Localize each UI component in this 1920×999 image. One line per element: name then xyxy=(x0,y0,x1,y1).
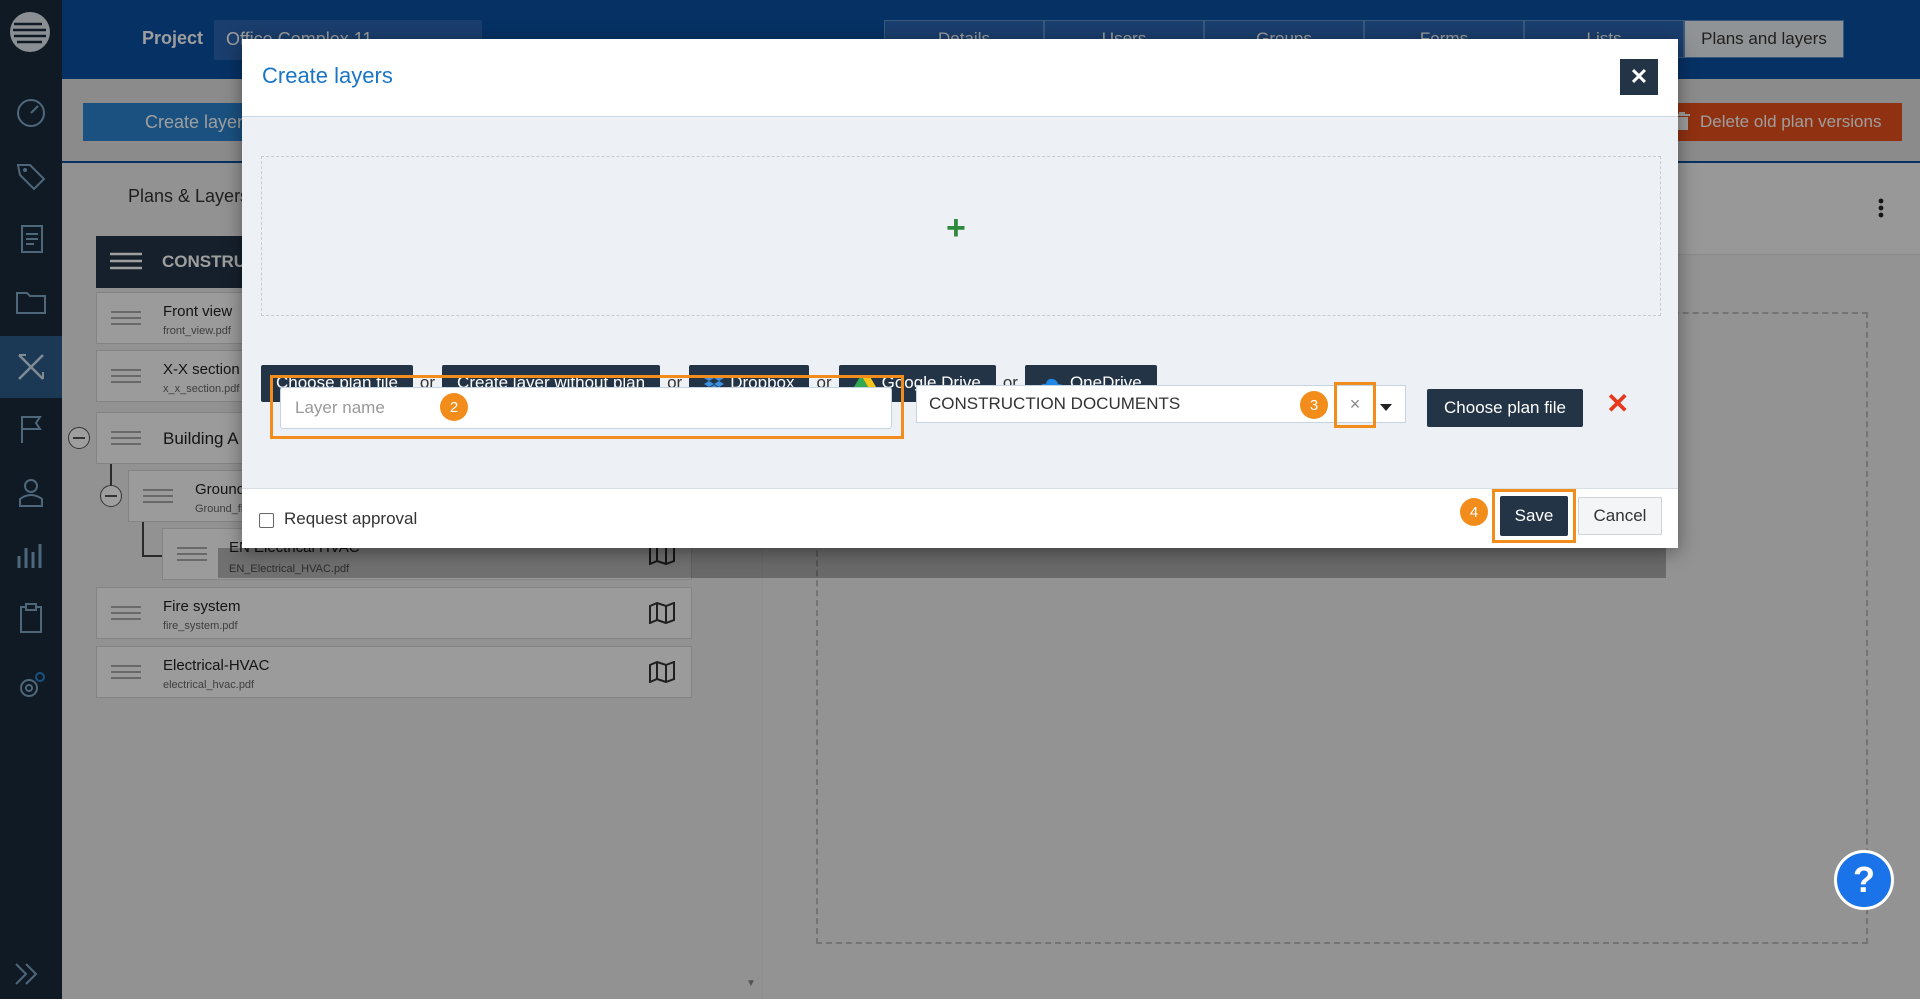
close-icon[interactable]: ✕ xyxy=(1620,59,1658,95)
layer-name-input[interactable] xyxy=(280,387,892,429)
dropdown-caret-icon[interactable] xyxy=(1380,404,1392,411)
file-upload-zone[interactable]: + xyxy=(261,156,1661,316)
modal-title: Create layers xyxy=(262,63,393,88)
cancel-button[interactable]: Cancel xyxy=(1578,497,1662,535)
modal-shadow-strip xyxy=(218,548,1666,578)
save-button[interactable]: Save xyxy=(1500,496,1568,536)
modal-header: Create layers ✕ xyxy=(242,39,1678,117)
request-approval-checkbox[interactable] xyxy=(259,513,274,528)
step-badge: 3 xyxy=(1300,391,1328,419)
parent-folder-select[interactable]: CONSTRUCTION DOCUMENTS xyxy=(916,385,1406,423)
help-button[interactable]: ? xyxy=(1834,850,1894,910)
add-file-icon[interactable]: + xyxy=(946,209,966,248)
choose-plan-file-row-button[interactable]: Choose plan file xyxy=(1427,389,1583,427)
request-approval-label: Request approval xyxy=(284,509,418,528)
step-badge: 2 xyxy=(440,393,468,421)
clear-selection-icon[interactable]: × xyxy=(1340,385,1370,423)
modal-footer: Request approval 4 Save Cancel xyxy=(242,488,1678,548)
remove-layer-icon[interactable]: ✕ xyxy=(1606,387,1629,420)
create-layers-modal: Create layers ✕ + Choose plan file or Cr… xyxy=(242,39,1678,548)
step-badge: 4 xyxy=(1460,498,1488,526)
